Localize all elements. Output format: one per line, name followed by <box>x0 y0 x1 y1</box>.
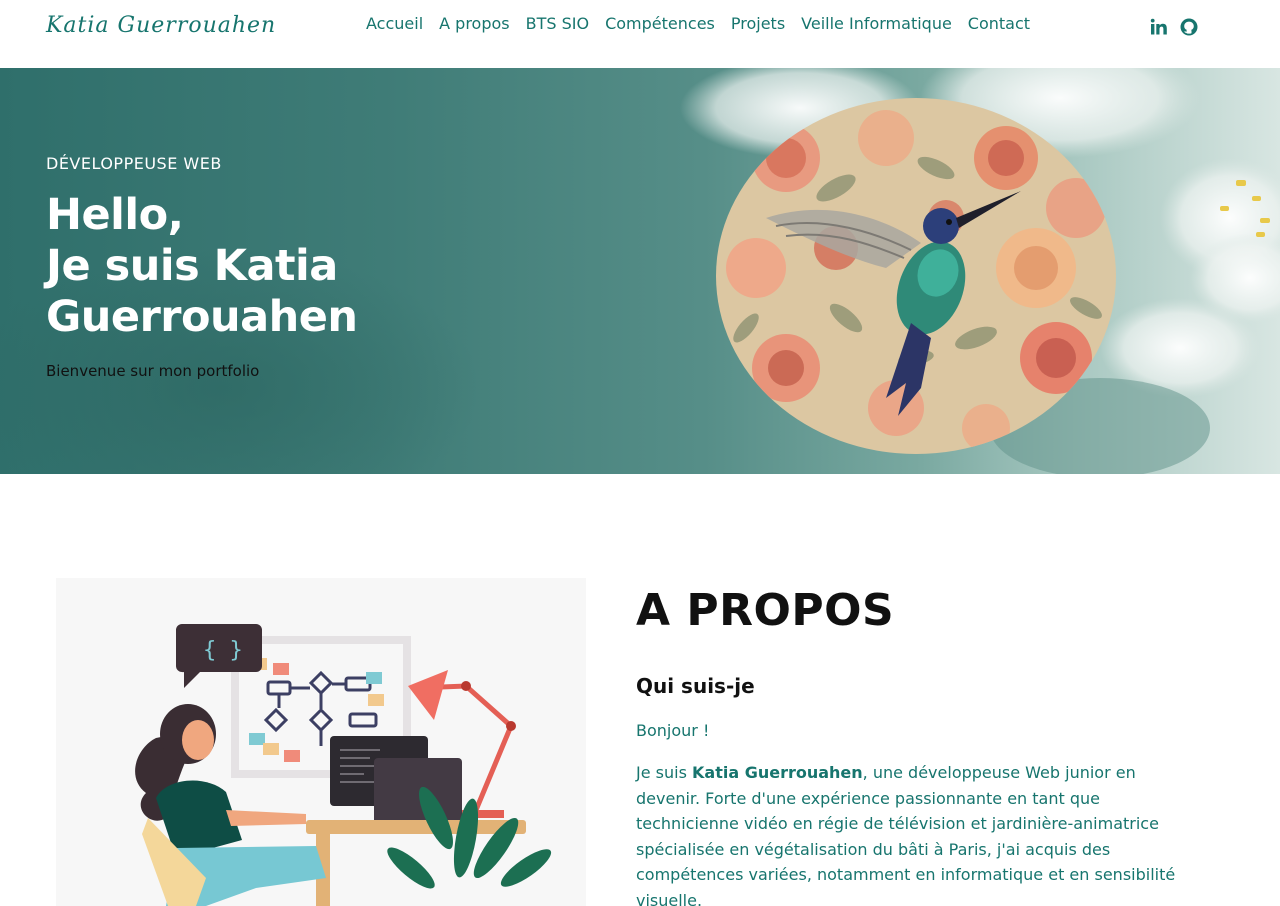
github-icon[interactable] <box>1180 18 1198 36</box>
nav-contact[interactable]: Contact <box>968 14 1030 33</box>
nav-projets[interactable]: Projets <box>731 14 785 33</box>
linkedin-icon[interactable] <box>1150 18 1168 36</box>
main-nav: Accueil A propos BTS SIO Compétences Pro… <box>366 14 1030 33</box>
hero-title-line: Hello, <box>46 190 184 240</box>
hero-welcome: Bienvenue sur mon portfolio <box>46 362 260 380</box>
hummingbird-portrait <box>716 98 1116 454</box>
about-text-body: , une développeuse Web junior en devenir… <box>636 763 1176 906</box>
about-title: A PROPOS <box>636 585 895 636</box>
social-links <box>1150 18 1198 36</box>
brand-logo[interactable]: Katia Guerrouahen <box>46 13 276 38</box>
nav-a-propos[interactable]: A propos <box>439 14 509 33</box>
hero-section: DÉVELOPPEUSE WEB Hello, Je suis Katia Gu… <box>0 68 1280 474</box>
nav-bts-sio[interactable]: BTS SIO <box>526 14 589 33</box>
about-paragraph: Je suis Katia Guerrouahen, une développe… <box>636 760 1196 906</box>
hero-subtitle: DÉVELOPPEUSE WEB <box>46 154 222 173</box>
hero-title: Hello, Je suis Katia Guerrouahen <box>46 190 358 343</box>
hero-title-line: Guerrouahen <box>46 292 358 342</box>
developer-illustration: { } <box>56 578 586 906</box>
about-name-highlight: Katia Guerrouahen <box>692 763 863 782</box>
nav-accueil[interactable]: Accueil <box>366 14 423 33</box>
about-greeting: Bonjour ! <box>636 721 710 740</box>
about-text-prefix: Je suis <box>636 763 692 782</box>
navbar: Katia Guerrouahen Accueil A propos BTS S… <box>0 0 1280 68</box>
nav-veille[interactable]: Veille Informatique <box>801 14 952 33</box>
svg-text:{ }: { } <box>203 638 243 663</box>
nav-competences[interactable]: Compétences <box>605 14 715 33</box>
hero-title-line: Je suis Katia <box>46 241 338 291</box>
about-subtitle: Qui suis-je <box>636 674 755 698</box>
